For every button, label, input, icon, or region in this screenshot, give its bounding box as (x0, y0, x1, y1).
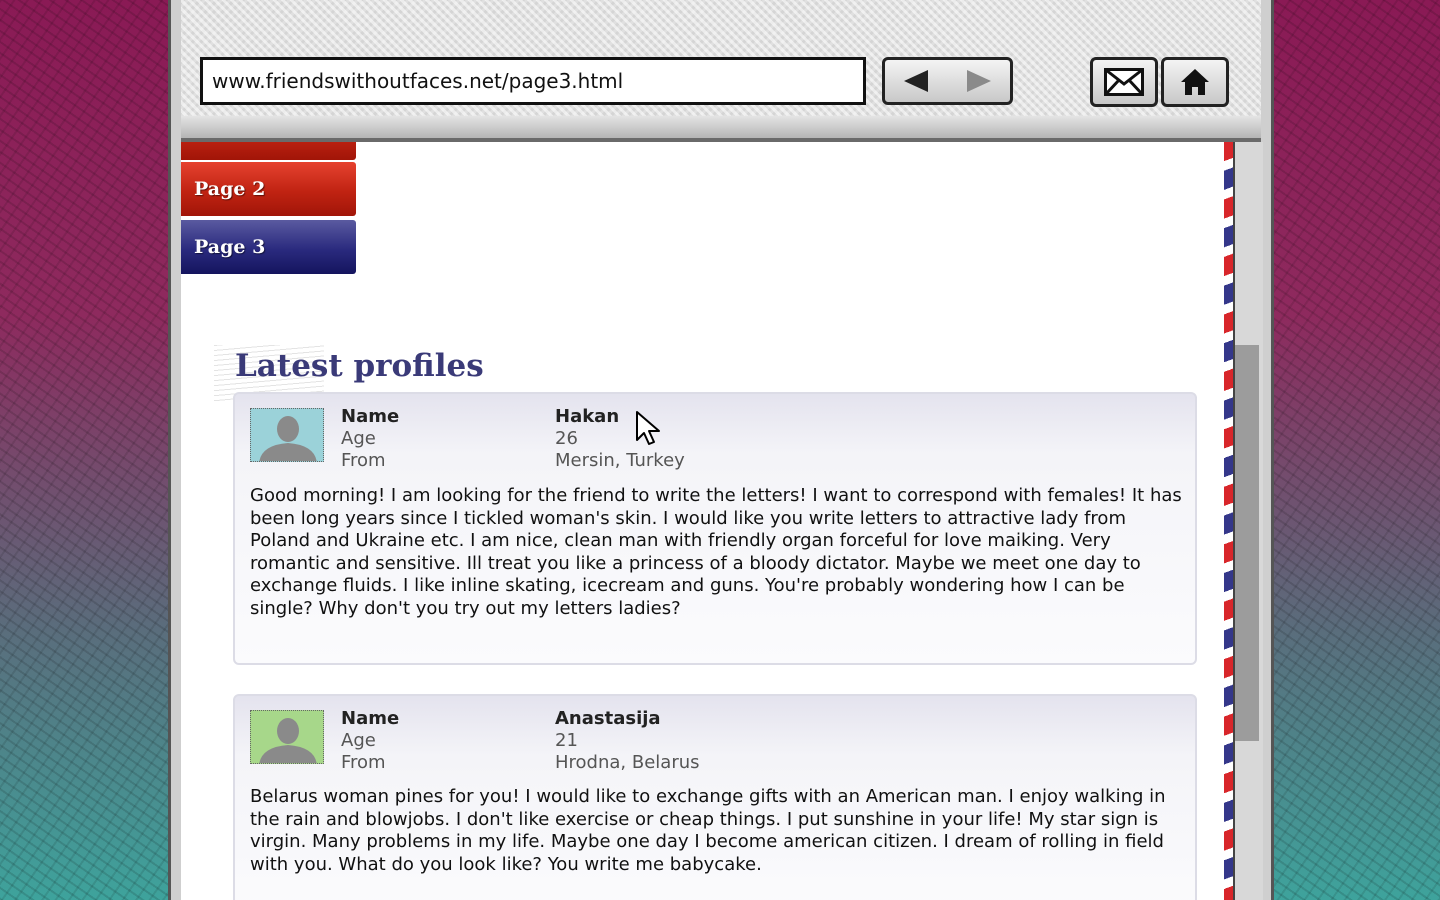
profile-bio: Belarus woman pines for you! I would lik… (250, 786, 1166, 875)
back-arrow-icon (904, 70, 929, 92)
age-label: Age (341, 730, 376, 751)
profile-card: Name Age From Hakan 26 Mersin, Turkey Go… (233, 392, 1197, 665)
from-label: From (341, 450, 386, 471)
avatar-silhouette-icon (259, 416, 317, 461)
navigation-buttons (882, 57, 1013, 105)
home-button[interactable] (1161, 57, 1229, 107)
avatar (250, 710, 324, 764)
name-label: Name (341, 406, 400, 427)
profile-bio: Good morning! I am looking for the frien… (250, 485, 1182, 619)
back-button[interactable] (885, 60, 948, 102)
avatar (250, 408, 324, 462)
profile-from: Mersin, Turkey (555, 450, 685, 471)
address-bar[interactable]: www.friendswithoutfaces.net/page3.html (200, 57, 866, 105)
mouse-cursor-icon (636, 411, 660, 445)
profile-card: Name Age From Anastasija 21 Hrodna, Bela… (233, 694, 1197, 900)
from-label: From (341, 752, 386, 773)
airmail-border (1224, 142, 1233, 900)
profile-age: 21 (555, 730, 578, 751)
tab-page-3[interactable]: Page 3 (181, 220, 356, 274)
avatar-silhouette-icon (259, 718, 317, 763)
forward-button[interactable] (948, 60, 1011, 102)
age-label: Age (341, 428, 376, 449)
page-content: Page 2 Page 3 Latest profiles Name Age F… (181, 142, 1233, 900)
mail-button[interactable] (1090, 57, 1158, 107)
name-label: Name (341, 708, 400, 729)
section-title: Latest profiles (235, 348, 484, 384)
scrollbar-thumb[interactable] (1235, 345, 1259, 741)
home-icon (1181, 69, 1209, 95)
profile-name: Hakan (555, 406, 620, 427)
profile-name: Anastasija (555, 708, 661, 729)
forward-arrow-icon (966, 70, 991, 92)
browser-toolbar: www.friendswithoutfaces.net/page3.html (181, 0, 1261, 142)
envelope-icon (1104, 68, 1144, 96)
profile-from: Hrodna, Belarus (555, 752, 700, 773)
profile-age: 26 (555, 428, 578, 449)
tab-page-1[interactable] (181, 142, 356, 160)
tab-page-2[interactable]: Page 2 (181, 162, 356, 216)
